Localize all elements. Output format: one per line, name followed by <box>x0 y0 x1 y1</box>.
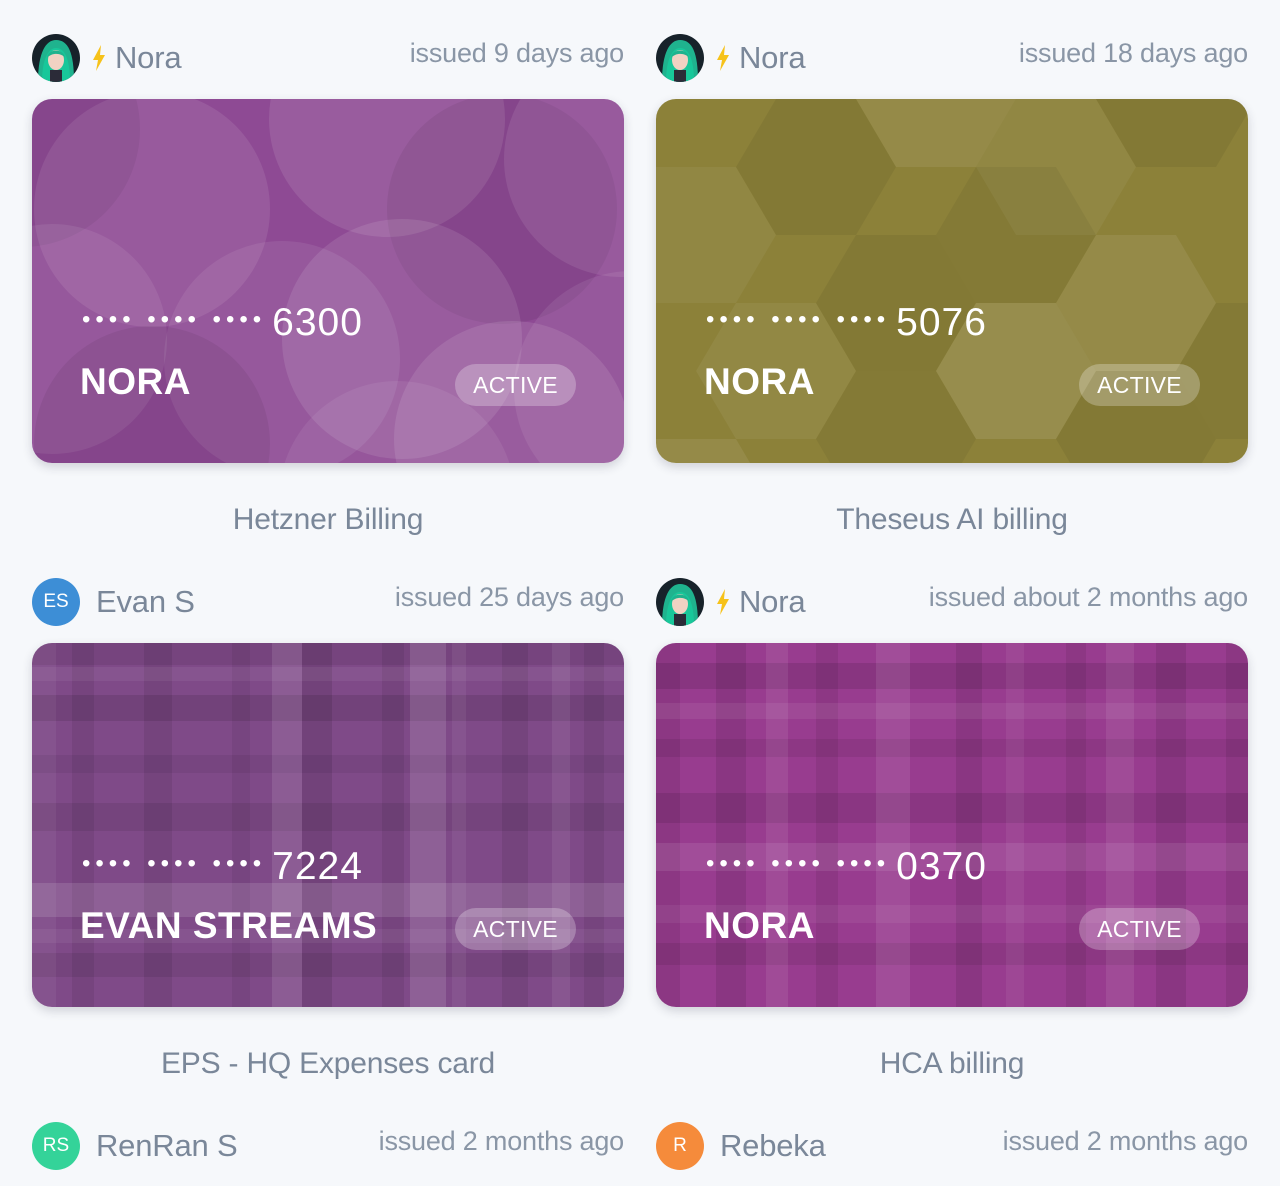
card-last-four: 7224 <box>272 845 363 888</box>
card-last-four: 5076 <box>896 301 987 344</box>
cardholder-name: EVAN STREAMS <box>80 905 378 946</box>
cardholder-name: NORA <box>704 905 815 946</box>
card-grid: Nora issued 9 days ago •••• •••• •••• 63… <box>0 0 1280 1186</box>
card-header: Nora issued 9 days ago <box>32 28 624 88</box>
card-number: •••• •••• •••• 5076 <box>706 301 987 345</box>
user-avatar[interactable]: ES <box>32 578 80 626</box>
card-header: Nora issued about 2 months ago <box>656 572 1248 632</box>
card-cell: RS RenRan S issued 2 months ago <box>32 1116 624 1176</box>
issued-date: issued 9 days ago <box>409 38 624 68</box>
card-last-four: 0370 <box>896 845 987 888</box>
issued-date: issued 25 days ago <box>394 582 624 612</box>
masked-digits: •••• •••• •••• <box>82 850 267 877</box>
bolt-icon <box>717 589 729 615</box>
card-number: •••• •••• •••• 0370 <box>706 845 987 889</box>
card-nickname[interactable]: HCA billing <box>656 1047 1248 1081</box>
issued-date: issued about 2 months ago <box>928 582 1248 612</box>
card-nickname[interactable]: EPS - HQ Expenses card <box>32 1047 624 1081</box>
card-header: Nora issued 18 days ago <box>656 28 1248 88</box>
masked-digits: •••• •••• •••• <box>706 850 891 877</box>
avatar-initials: RS <box>42 1135 70 1156</box>
card-header: ES Evan S issued 25 days ago <box>32 572 624 632</box>
virtual-card[interactable]: •••• •••• •••• 0370 NORA ACTIVE <box>656 643 1248 1007</box>
user-name[interactable]: Nora <box>115 40 182 76</box>
status-badge: ACTIVE <box>1079 364 1200 406</box>
card-cell: Nora issued 18 days ago •••• •••• •••• 5… <box>656 28 1248 537</box>
user-name[interactable]: RenRan S <box>96 1128 238 1164</box>
user-avatar[interactable] <box>656 34 704 82</box>
issued-date: issued 2 months ago <box>378 1126 625 1156</box>
card-cell: ES Evan S issued 25 days ago •••• •••• •… <box>32 572 624 1081</box>
card-header: R Rebeka issued 2 months ago <box>656 1116 1248 1176</box>
avatar-initials: ES <box>43 591 69 612</box>
user-name[interactable]: Evan S <box>96 584 195 620</box>
masked-digits: •••• •••• •••• <box>706 306 891 333</box>
card-background <box>656 643 1248 1007</box>
user-avatar[interactable] <box>656 578 704 626</box>
card-background <box>32 99 624 463</box>
card-number: •••• •••• •••• 7224 <box>82 845 363 889</box>
cardholder-name: NORA <box>704 361 815 402</box>
virtual-card[interactable]: •••• •••• •••• 5076 NORA ACTIVE <box>656 99 1248 463</box>
issued-date: issued 18 days ago <box>1018 38 1248 68</box>
user-avatar[interactable]: RS <box>32 1122 80 1170</box>
card-cell: Nora issued 9 days ago •••• •••• •••• 63… <box>32 28 624 537</box>
card-nickname[interactable]: Hetzner Billing <box>32 503 624 537</box>
bolt-icon <box>93 45 105 71</box>
card-cell: R Rebeka issued 2 months ago <box>656 1116 1248 1176</box>
card-last-four: 6300 <box>272 301 363 344</box>
card-cell: Nora issued about 2 months ago •••• ••••… <box>656 572 1248 1081</box>
cardholder-name: NORA <box>80 361 191 402</box>
card-number: •••• •••• •••• 6300 <box>82 301 363 345</box>
avatar-initials: R <box>673 1135 687 1156</box>
user-avatar[interactable]: R <box>656 1122 704 1170</box>
card-background <box>656 99 1248 463</box>
status-badge: ACTIVE <box>455 908 576 950</box>
virtual-card[interactable]: •••• •••• •••• 6300 NORA ACTIVE <box>32 99 624 463</box>
card-background <box>32 643 624 1007</box>
issued-date: issued 2 months ago <box>1002 1126 1249 1156</box>
bolt-icon <box>717 45 729 71</box>
status-badge: ACTIVE <box>455 364 576 406</box>
user-name[interactable]: Nora <box>739 584 806 620</box>
user-avatar[interactable] <box>32 34 80 82</box>
user-name[interactable]: Nora <box>739 40 806 76</box>
card-header: RS RenRan S issued 2 months ago <box>32 1116 624 1176</box>
masked-digits: •••• •••• •••• <box>82 306 267 333</box>
card-nickname[interactable]: Theseus AI billing <box>656 503 1248 537</box>
user-name[interactable]: Rebeka <box>720 1128 826 1164</box>
status-badge: ACTIVE <box>1079 908 1200 950</box>
virtual-card[interactable]: •••• •••• •••• 7224 EVAN STREAMS ACTIVE <box>32 643 624 1007</box>
